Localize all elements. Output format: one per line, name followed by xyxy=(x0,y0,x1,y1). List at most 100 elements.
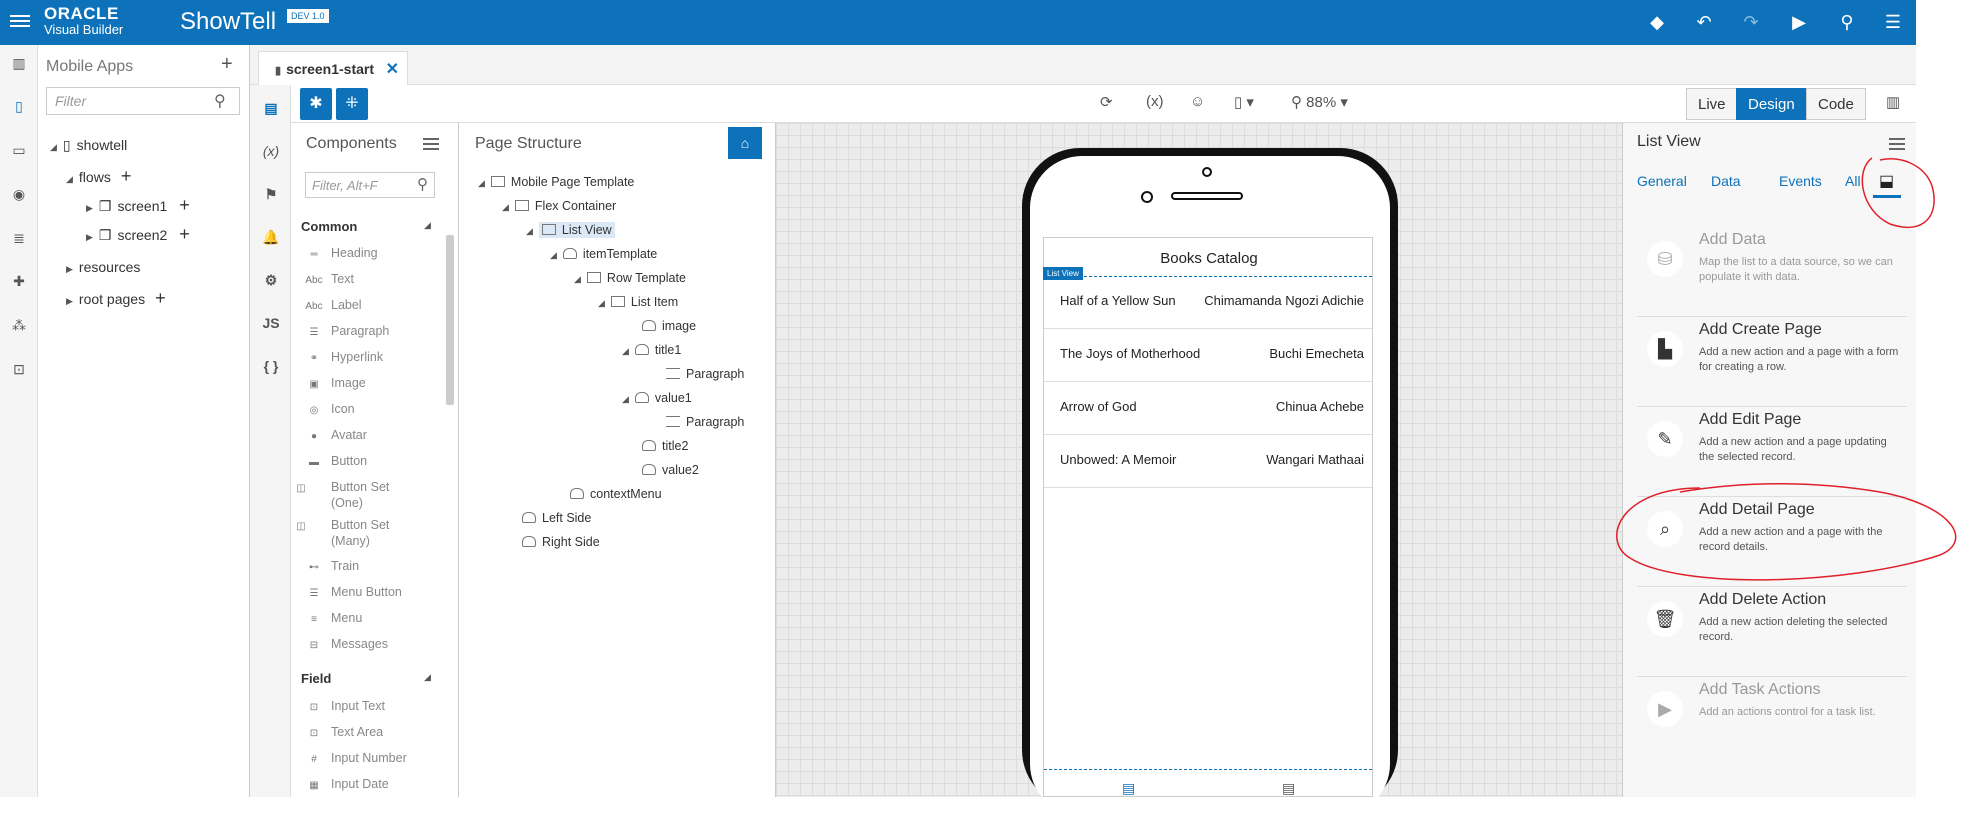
component-menu[interactable]: ≡ Menu xyxy=(305,611,362,625)
design-mode-button[interactable]: Design xyxy=(1736,88,1807,120)
mobile-apps-icon[interactable]: ▯ xyxy=(9,96,29,116)
structure-node-list-view[interactable]: ◢ List View xyxy=(526,222,615,238)
nav-list-icon[interactable]: ▤ xyxy=(1122,780,1135,797)
components-scrollbar[interactable] xyxy=(446,235,454,405)
add-app-icon[interactable]: + xyxy=(221,54,233,74)
search-icon[interactable]: ⚲ xyxy=(1836,11,1858,33)
components-filter-input[interactable]: Filter, Alt+F xyxy=(305,172,435,198)
structure-node[interactable]: ◢ value1 xyxy=(622,391,692,405)
component-image[interactable]: ▣ Image xyxy=(305,376,365,390)
user-roles-icon[interactable]: ☺ xyxy=(1190,93,1205,110)
component-label[interactable]: Abc Label xyxy=(305,298,361,312)
component-heading[interactable]: ═ Heading xyxy=(305,246,377,260)
structure-node[interactable]: Right Side xyxy=(522,535,600,549)
settings-icon[interactable]: ⚙ xyxy=(260,269,282,291)
component-menu-button[interactable]: ☰ Menu Button xyxy=(305,585,402,599)
processes-icon[interactable]: ⁂ xyxy=(9,315,29,335)
component-train[interactable]: ⊷ Train xyxy=(305,559,359,573)
navigator-toggle-icon[interactable]: ▥ xyxy=(9,53,29,73)
tab-data[interactable]: Data xyxy=(1711,173,1741,189)
services-icon[interactable]: ◉ xyxy=(9,184,29,204)
component-messages[interactable]: ⊟ Messages xyxy=(305,637,388,651)
structure-node[interactable]: ◢ title1 xyxy=(622,343,681,357)
close-tab-icon[interactable]: ✕ xyxy=(386,59,399,79)
structure-button[interactable]: ⁜ xyxy=(336,88,368,120)
properties-toggle-icon[interactable]: ▥ xyxy=(1886,93,1900,111)
structure-node[interactable]: ◢ Flex Container xyxy=(502,199,616,213)
collapse-icon[interactable]: ◢ xyxy=(424,220,431,231)
quick-start-tab-icon[interactable]: ⬓ xyxy=(1879,171,1894,191)
component-paragraph[interactable]: ☰ Paragraph xyxy=(305,324,390,338)
component-button-set-many[interactable]: ◫ Button Set (Many) xyxy=(296,518,405,549)
nav-list-icon[interactable]: ▤ xyxy=(1282,780,1295,797)
structure-inbox-button[interactable]: ⌂ xyxy=(728,127,762,159)
hamburger-menu-icon[interactable] xyxy=(10,12,30,32)
component-input-number[interactable]: # Input Number xyxy=(305,751,407,765)
list-item[interactable]: Unbowed: A Memoir Wangari Mathaai xyxy=(1044,436,1372,488)
business-objects-icon[interactable]: ≣ xyxy=(9,228,29,248)
json-icon[interactable]: { } xyxy=(260,355,282,377)
list-item[interactable]: Arrow of God Chinua Achebe xyxy=(1044,383,1372,435)
tree-item-screen2[interactable]: ▶ ❐ screen2 + xyxy=(86,224,190,245)
list-item[interactable]: The Joys of Motherhood Buchi Emecheta xyxy=(1044,330,1372,382)
tree-item-screen1[interactable]: ▶ ❐ screen1 + xyxy=(86,195,190,216)
structure-node[interactable]: ◢ List Item xyxy=(598,295,678,309)
components-menu-icon[interactable] xyxy=(423,135,439,153)
live-mode-button[interactable]: Live xyxy=(1686,88,1738,120)
structure-node[interactable]: Paragraph xyxy=(666,415,744,429)
tree-item-root-pages[interactable]: ▶ root pages + xyxy=(66,288,166,309)
component-input-text[interactable]: ⊡ Input Text xyxy=(305,699,385,713)
flag-icon[interactable]: ⚑ xyxy=(260,183,282,205)
component-avatar[interactable]: ● Avatar xyxy=(305,428,367,442)
tab-general[interactable]: General xyxy=(1637,173,1687,189)
tab-all[interactable]: All xyxy=(1845,173,1861,189)
tree-item-app[interactable]: ◢ ▯ showtell xyxy=(50,137,127,154)
run-icon[interactable]: ▶ xyxy=(1788,11,1810,33)
structure-node[interactable]: ◢ Mobile Page Template xyxy=(478,175,634,189)
zoom-control[interactable]: ⚲ 88% ▾ xyxy=(1291,93,1348,111)
structure-node[interactable]: Left Side xyxy=(522,511,591,525)
list-view[interactable]: Half of a Yellow Sun Chimamanda Ngozi Adi… xyxy=(1044,276,1372,770)
component-text[interactable]: Abc Text xyxy=(305,272,354,286)
components-icon[interactable]: ✚ xyxy=(9,271,29,291)
field-section-header[interactable]: Field xyxy=(301,671,331,686)
source-view-icon[interactable]: ⊡ xyxy=(9,359,29,379)
structure-node[interactable]: image xyxy=(642,319,696,333)
tree-item-flows[interactable]: ◢ flows + xyxy=(66,166,131,187)
component-input-date[interactable]: ▦ Input Date xyxy=(305,777,388,791)
variables-icon[interactable]: (x) xyxy=(1146,93,1164,110)
component-button-set-one[interactable]: ◫ Button Set (One) xyxy=(296,480,405,511)
add-delete-action[interactable]: 🗑 Add Delete Action Add a new action del… xyxy=(1637,587,1907,677)
tree-item-resources[interactable]: ▶ resources xyxy=(66,259,140,275)
menu-icon[interactable]: ☰ xyxy=(1882,11,1904,33)
variables-icon[interactable]: (x) xyxy=(260,140,282,162)
git-icon[interactable]: ◆ xyxy=(1646,11,1668,33)
structure-node[interactable]: Paragraph xyxy=(666,367,744,381)
structure-node[interactable]: contextMenu xyxy=(570,487,662,501)
structure-node[interactable]: title2 xyxy=(642,439,688,453)
component-icon[interactable]: ◎ Icon xyxy=(305,402,355,416)
list-item[interactable]: Half of a Yellow Sun Chimamanda Ngozi Adi… xyxy=(1044,277,1372,329)
refresh-icon[interactable]: ⟳ xyxy=(1100,93,1113,111)
components-palette-button[interactable]: ✱ xyxy=(300,88,332,120)
structure-node[interactable]: value2 xyxy=(642,463,699,477)
bell-icon[interactable]: 🔔 xyxy=(260,226,282,248)
properties-menu-icon[interactable] xyxy=(1889,135,1905,153)
web-apps-icon[interactable]: ▭ xyxy=(9,140,29,160)
structure-node[interactable]: ◢ itemTemplate xyxy=(550,247,657,261)
add-data-action[interactable]: ⛁ Add Data Map the list to a data source… xyxy=(1637,227,1907,317)
add-edit-page-action[interactable]: ✎ Add Edit Page Add a new action and a p… xyxy=(1637,407,1907,497)
undo-icon[interactable]: ↶ xyxy=(1693,11,1715,33)
add-task-actions-action[interactable]: ▶ Add Task Actions Add an actions contro… xyxy=(1637,677,1907,767)
component-text-area[interactable]: ⊡ Text Area xyxy=(305,725,383,739)
device-icon[interactable]: ▯ ▾ xyxy=(1234,93,1254,111)
component-button[interactable]: ▬ Button xyxy=(305,454,367,468)
collapse-icon[interactable]: ◢ xyxy=(424,672,431,683)
javascript-icon[interactable]: JS xyxy=(260,312,282,334)
code-mode-button[interactable]: Code xyxy=(1806,88,1866,120)
common-section-header[interactable]: Common xyxy=(301,219,357,234)
apps-filter-input[interactable]: Filter xyxy=(46,87,240,115)
add-create-page-action[interactable]: ▙ Add Create Page Add a new action and a… xyxy=(1637,317,1907,407)
tab-screen1-start[interactable]: ▮ screen1-start ✕ xyxy=(258,51,408,85)
components-icon[interactable]: ▤ xyxy=(260,97,282,119)
